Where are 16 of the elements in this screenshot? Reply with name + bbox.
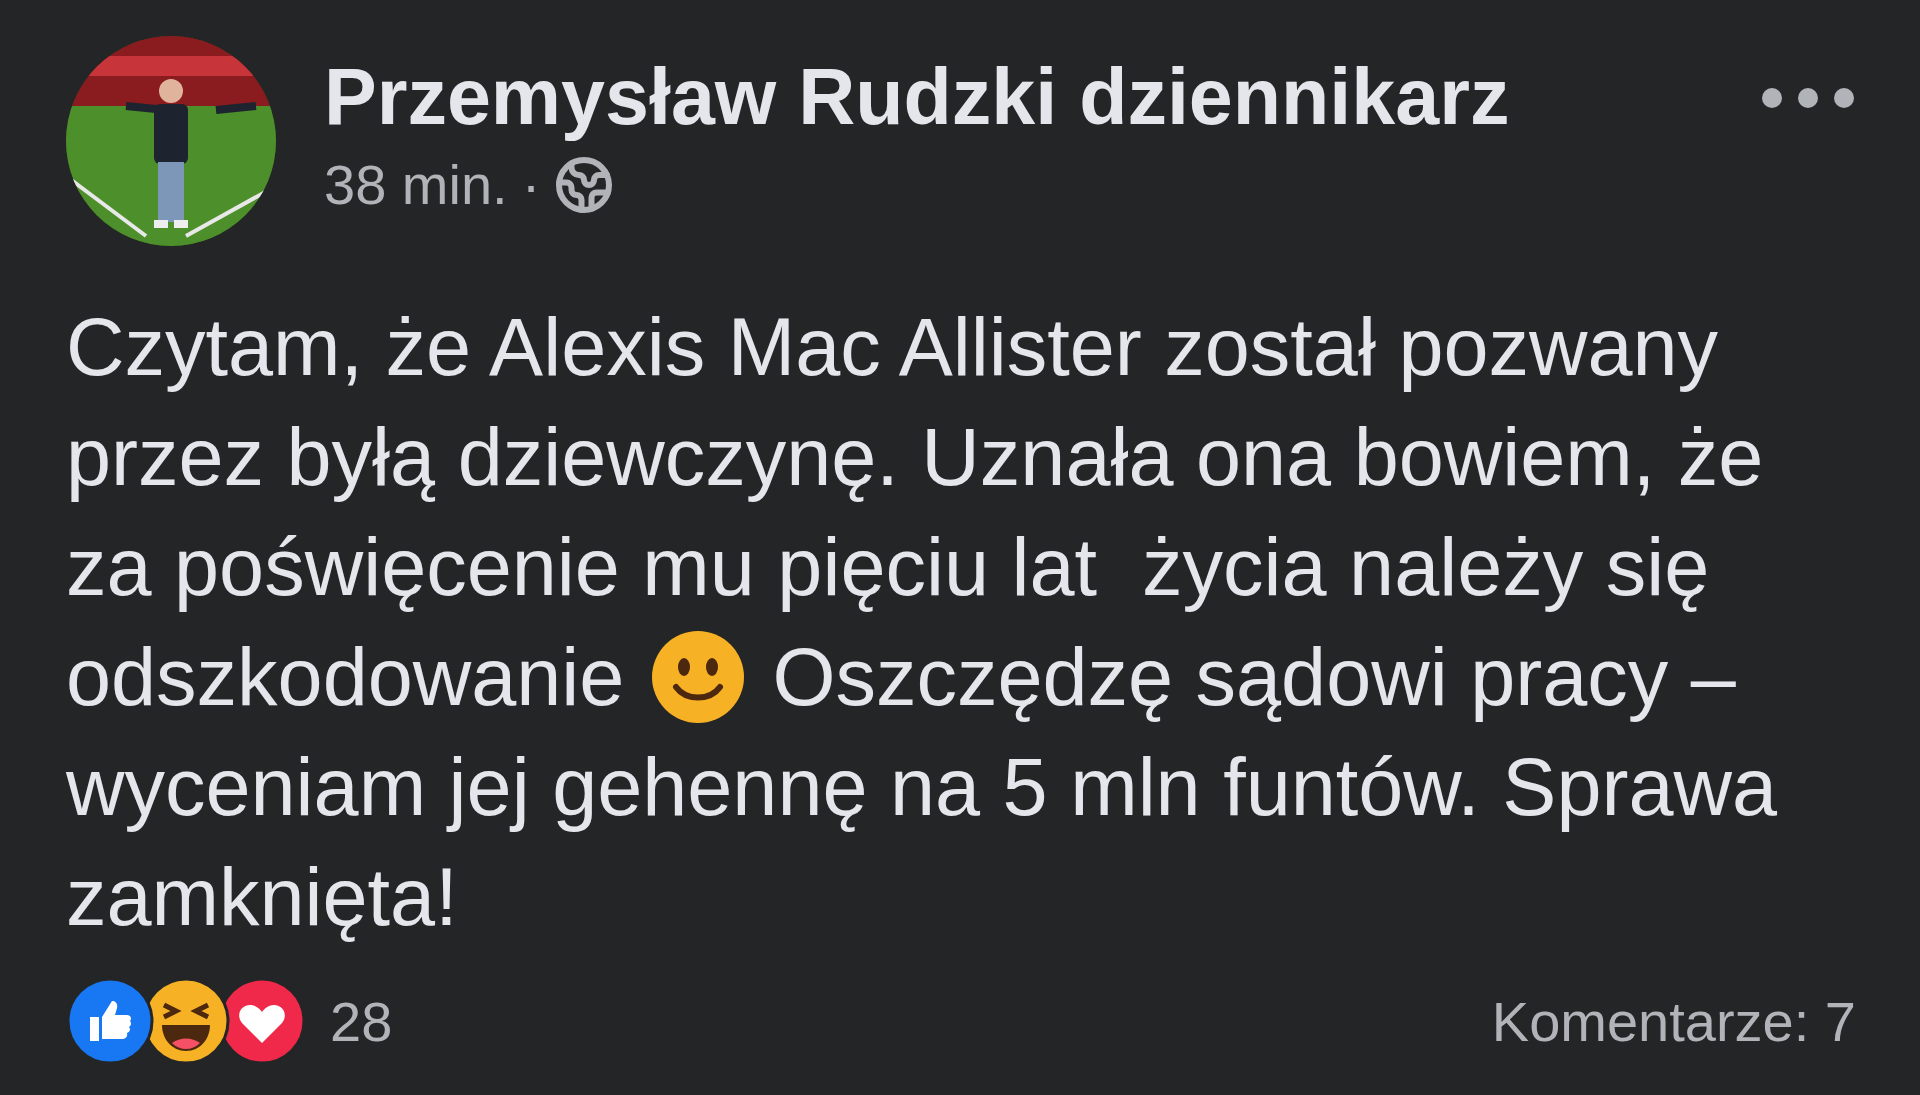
smiling-face-icon [650,629,747,725]
post-text: Czytam, że Alexis Mac Allister został pozwany [66,301,1719,394]
post-text: wyceniam jej gehennę na 5 mln funtów. Sprawa [66,741,1777,834]
like-icon [66,977,154,1065]
post-text: zamknięta! [66,851,458,944]
reaction-count[interactable]: 28 [330,988,393,1054]
post-text: przez byłą dziewczynę. Uznała ona bowiem, że [66,411,1764,504]
globe-icon [554,154,615,215]
separator: · [521,152,541,217]
comments-count[interactable]: Komentarze: 7 [1491,988,1856,1054]
post-text: odszkodowanie [66,631,625,724]
post-text: Oszczędzę sądowi pracy – [772,631,1736,724]
post-text: za poświęcenie mu pięciu lat życia należy się [66,521,1710,614]
post-time[interactable]: 38 min. [324,152,508,217]
more-icon[interactable] [1760,86,1856,110]
author-name[interactable]: Przemysław Rudzki dziennikarz [324,52,1712,142]
